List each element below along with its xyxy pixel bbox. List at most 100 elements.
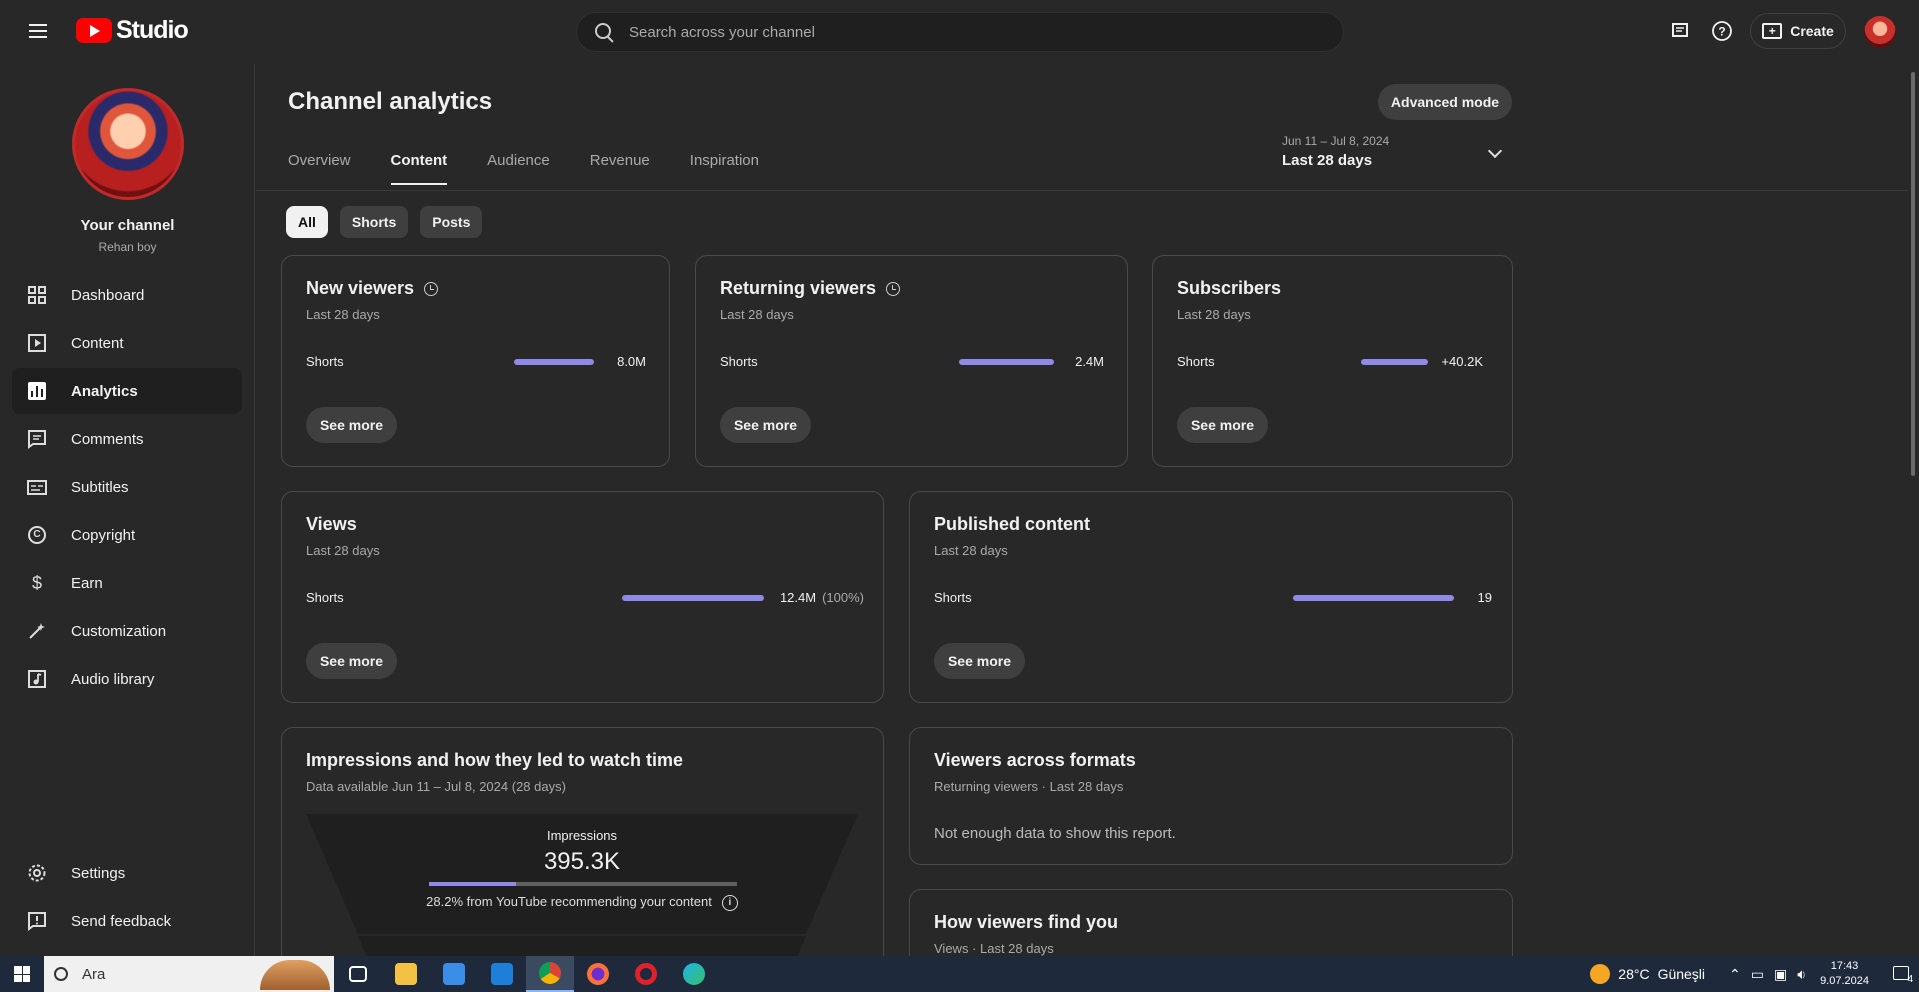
card-title: How viewers find you [934, 912, 1119, 932]
create-button[interactable]: + Create [1750, 13, 1846, 49]
card-title: Published content [934, 514, 1091, 534]
sidebar-item-settings[interactable]: Settings [12, 850, 242, 896]
chip-shorts[interactable]: Shorts [339, 206, 409, 238]
tab-overview[interactable]: Overview [288, 152, 351, 185]
sidebar-item-label: Content [71, 334, 124, 352]
weather-sun-icon[interactable] [1590, 964, 1611, 984]
row-value: +40.2K [1441, 354, 1483, 369]
tab-content[interactable]: Content [390, 152, 448, 185]
studio-logo[interactable]: Studio [76, 16, 189, 45]
channel-avatar[interactable] [72, 88, 184, 200]
search-input[interactable] [629, 23, 1309, 41]
weather-desc[interactable]: Güneşli [1658, 966, 1705, 982]
see-more-button[interactable]: See more [306, 643, 397, 679]
page-scrollbar[interactable] [1908, 64, 1919, 956]
card-subtitle: Last 28 days [720, 307, 794, 322]
taskbar-search[interactable]: Ara [44, 956, 334, 992]
row-label: Shorts [1177, 354, 1215, 369]
system-tray: 28°C Güneşli ⌃ ▭ ▣ 🔉︎ 17:43 9.07.2024 4 [1590, 956, 1919, 992]
card-title: Viewers across formats [934, 750, 1136, 770]
help-icon[interactable]: ? [1710, 19, 1734, 43]
sidebar-item-send-feedback[interactable]: Send feedback [12, 898, 242, 944]
sidebar-item-label: Comments [71, 430, 144, 448]
sidebar-item-label: Subtitles [71, 478, 129, 496]
sidebar-item-content[interactable]: Content [12, 320, 242, 366]
row-label: Shorts [306, 590, 344, 605]
chip-all[interactable]: All [286, 206, 328, 238]
see-more-button[interactable]: See more [934, 643, 1025, 679]
date-range-picker[interactable]: Jun 11 – Jul 8, 2024 Last 28 days [1282, 134, 1522, 180]
menu-icon[interactable] [24, 20, 52, 44]
scrollbar-thumb[interactable] [1911, 72, 1915, 476]
value-bar [514, 359, 594, 365]
value-bar [1361, 359, 1428, 365]
info-icon[interactable]: i [721, 894, 738, 911]
sidebar-item-audio-library[interactable]: Audio library [12, 656, 242, 702]
edge-icon[interactable] [670, 956, 718, 992]
advanced-mode-button[interactable]: Advanced mode [1378, 84, 1512, 120]
sidebar-item-label: Analytics [71, 382, 138, 400]
percent-value: (100%) [822, 590, 864, 605]
file-explorer-icon[interactable] [382, 956, 430, 992]
taskbar-clock[interactable]: 17:43 9.07.2024 [1820, 959, 1869, 989]
new-viewers-card: New viewers Last 28 days Shorts 8.0M See… [281, 255, 670, 467]
notification-count: 4 [1907, 973, 1913, 985]
earn-icon: $ [31, 572, 42, 593]
copyright-icon: C [27, 525, 47, 545]
dashboard-icon [27, 285, 47, 305]
sidebar-item-label: Customization [71, 622, 167, 640]
audio-library-icon [27, 669, 47, 689]
sidebar-item-dashboard[interactable]: Dashboard [12, 272, 242, 318]
card-title: Impressions and how they led to watch ti… [306, 750, 684, 770]
sidebar-item-comments[interactable]: Comments [12, 416, 242, 462]
card-title: Returning viewers [720, 278, 901, 299]
account-avatar[interactable] [1864, 16, 1896, 48]
sidebar-item-label: Send feedback [71, 912, 172, 930]
clock-icon[interactable] [886, 281, 901, 296]
row-value: 12.4M (100%) [779, 590, 864, 605]
see-more-button[interactable]: See more [1177, 407, 1268, 443]
analytics-tabs: Overview Content Audience Revenue Inspir… [288, 152, 799, 185]
start-button[interactable] [0, 956, 44, 992]
see-more-button[interactable]: See more [306, 407, 397, 443]
sidebar-item-customization[interactable]: Customization [12, 608, 242, 654]
sidebar-item-subtitles[interactable]: Subtitles [12, 464, 242, 510]
volume-icon[interactable]: 🔉︎ [1797, 966, 1806, 983]
search-icon[interactable] [593, 21, 615, 43]
search-bar[interactable] [576, 12, 1344, 52]
tab-inspiration[interactable]: Inspiration [690, 152, 759, 185]
row-value: 19 [1477, 590, 1492, 605]
funnel-note: 28.2% from YouTube recommending your con… [306, 894, 858, 911]
sidebar-item-copyright[interactable]: C Copyright [12, 512, 242, 558]
notification-center-icon[interactable]: 4 [1883, 965, 1919, 985]
sidebar-item-label: Settings [71, 864, 126, 882]
see-more-button[interactable]: See more [720, 407, 811, 443]
tab-revenue[interactable]: Revenue [590, 152, 650, 185]
subtitles-icon [27, 477, 47, 497]
chip-posts[interactable]: Posts [420, 206, 483, 238]
subscribers-card: Subscribers Last 28 days Shorts +40.2K S… [1152, 255, 1513, 467]
tray-chevron-up-icon[interactable]: ⌃ [1729, 966, 1741, 983]
tab-audience[interactable]: Audience [487, 152, 550, 185]
mail-icon[interactable] [478, 956, 526, 992]
clock-time: 17:43 [1830, 960, 1859, 972]
search-icon [54, 967, 68, 981]
feedback-message-icon[interactable] [1668, 19, 1692, 43]
firefox-icon[interactable] [574, 956, 622, 992]
meet-icon[interactable]: ▭ [1751, 966, 1764, 983]
network-icon[interactable]: ▣ [1774, 966, 1787, 983]
clock-icon[interactable] [424, 281, 439, 296]
weather-temp[interactable]: 28°C [1618, 966, 1649, 982]
row-label: Shorts [306, 354, 344, 369]
sidebar-item-earn[interactable]: $ Earn [12, 560, 242, 606]
main-content: Channel analytics Advanced mode Overview… [256, 64, 1908, 956]
opera-icon[interactable] [622, 956, 670, 992]
row-label: Shorts [720, 354, 758, 369]
top-bar: Studio ? + Create [0, 0, 1919, 64]
sidebar-item-analytics[interactable]: Analytics [12, 368, 242, 414]
value-bar [959, 359, 1054, 365]
chrome-icon[interactable] [526, 956, 574, 992]
microsoft-store-icon[interactable] [430, 956, 478, 992]
task-view-icon[interactable] [334, 956, 382, 992]
card-subtitle: Views · Last 28 days [934, 941, 1054, 956]
